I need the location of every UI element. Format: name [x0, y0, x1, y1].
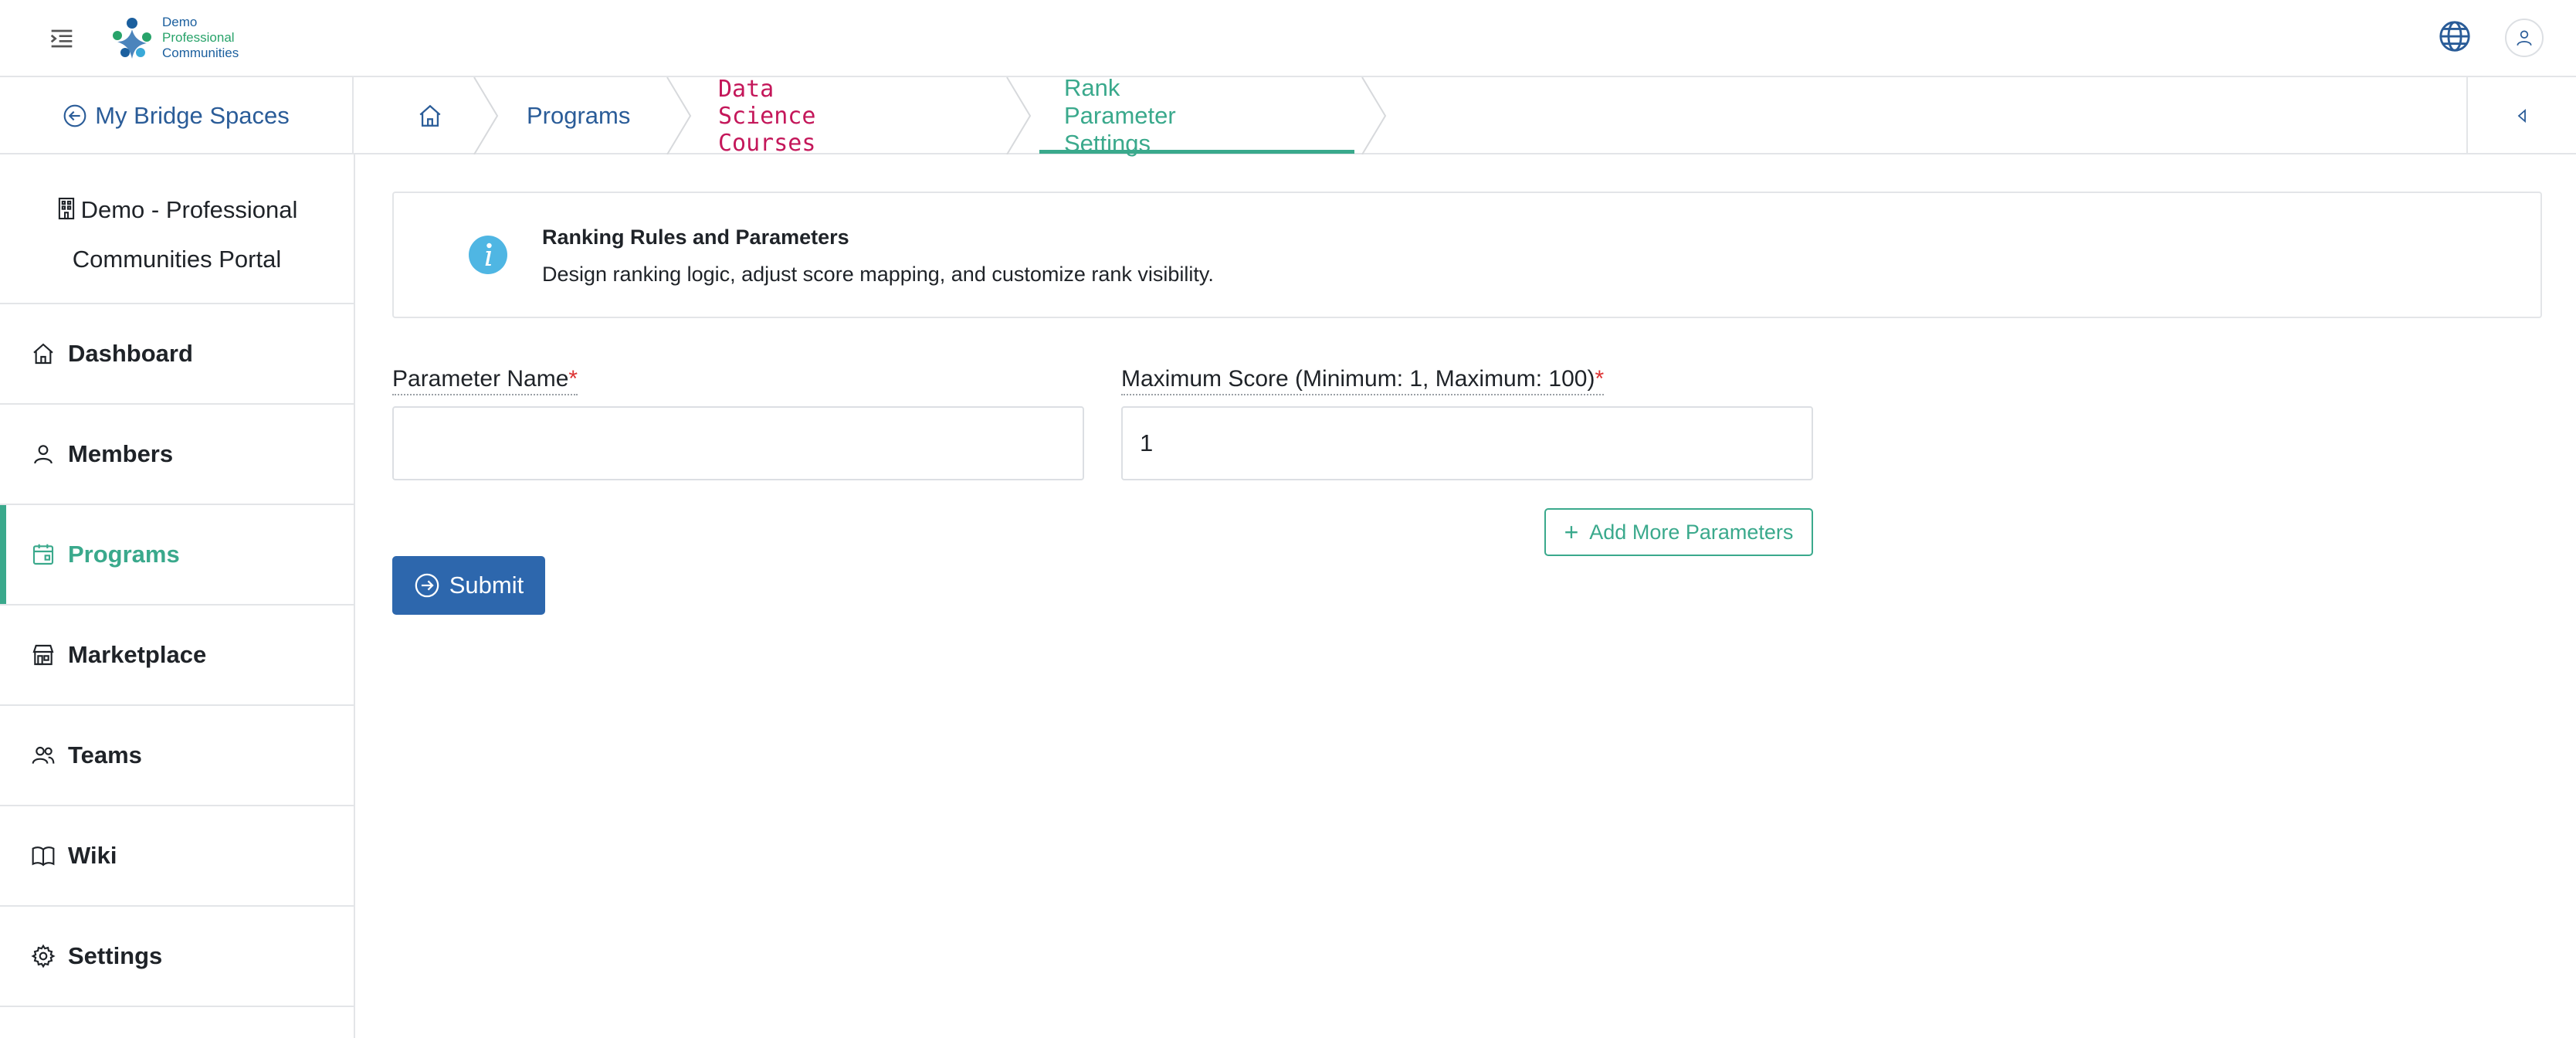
- logo-line-3: Communities: [162, 46, 239, 60]
- people-icon: [32, 746, 55, 764]
- sidebar-item-settings[interactable]: Settings: [0, 907, 354, 1007]
- logo[interactable]: Demo Professional Communities: [107, 9, 239, 66]
- logo-line-2: Professional: [162, 30, 235, 45]
- breadcrumb-bar: My Bridge Spaces Programs Data Science C…: [0, 74, 2576, 157]
- add-more-parameters-button[interactable]: + Add More Parameters: [1544, 508, 1813, 556]
- sidebar-item-label: Members: [68, 440, 174, 467]
- globe-icon[interactable]: [2437, 19, 2473, 54]
- book-icon: [32, 846, 55, 867]
- arrow-right-circle-icon: [415, 573, 439, 598]
- sidebar-item-teams[interactable]: Teams: [0, 706, 354, 806]
- store-icon: [32, 644, 54, 666]
- portal-name-line-1: Demo - Professional: [80, 196, 298, 223]
- sidebar-item-dashboard[interactable]: Dashboard: [0, 304, 354, 405]
- info-icon: [469, 236, 507, 274]
- caret-left-icon: [2517, 109, 2526, 123]
- logo-line-1: Demo: [162, 15, 198, 29]
- maximum-score-label: Maximum Score (Minimum: 1, Maximum: 100)…: [1121, 366, 1605, 395]
- home-icon: [33, 343, 53, 365]
- breadcrumb-separator: [666, 77, 692, 154]
- required-marker: *: [568, 366, 578, 392]
- sidebar-item-members[interactable]: Members: [0, 405, 354, 505]
- portal-name-line-2: Communities Portal: [72, 246, 282, 273]
- maximum-score-label-text: Maximum Score (Minimum: 1, Maximum: 100): [1121, 366, 1595, 392]
- breadcrumb-separator: [1361, 77, 1387, 154]
- main-content: Ranking Rules and Parameters Design rank…: [355, 154, 2576, 1038]
- breadcrumb-separator: [473, 77, 499, 154]
- building-icon: [58, 197, 74, 220]
- user-icon: [2517, 30, 2532, 46]
- submit-button[interactable]: Submit: [392, 556, 545, 615]
- info-title: Ranking Rules and Parameters: [542, 226, 849, 249]
- user-avatar-button[interactable]: [2505, 19, 2544, 57]
- person-icon: [34, 445, 53, 464]
- menu-toggle-icon[interactable]: [46, 23, 77, 54]
- home-icon: [419, 104, 441, 127]
- calendar-icon: [32, 544, 54, 565]
- my-bridge-spaces-label: My Bridge Spaces: [95, 102, 290, 129]
- required-marker: *: [1595, 366, 1605, 392]
- sidebar-item-label: Dashboard: [68, 340, 193, 367]
- maximum-score-input[interactable]: [1121, 406, 1813, 480]
- collapse-panel-button[interactable]: [2466, 77, 2576, 154]
- parameter-name-label-text: Parameter Name: [392, 366, 569, 392]
- sidebar-item-label: Wiki: [68, 842, 117, 869]
- back-arrow-icon: [63, 104, 86, 127]
- sidebar-item-label: Teams: [68, 741, 142, 768]
- add-more-parameters-label: Add More Parameters: [1589, 520, 1794, 544]
- sidebar-item-label: Programs: [68, 541, 180, 568]
- sidebar-item-label: Settings: [68, 942, 163, 969]
- portal-name: Demo - Professional Communities Portal: [0, 154, 354, 304]
- parameter-name-label: Parameter Name*: [392, 366, 578, 395]
- parameter-name-input[interactable]: [392, 406, 1084, 480]
- top-bar: Demo Professional Communities: [0, 0, 2576, 77]
- logo-text: Demo Professional Communities: [162, 15, 239, 61]
- breadcrumb-home[interactable]: [417, 99, 456, 133]
- gear-icon: [31, 944, 56, 968]
- breadcrumb-separator: [1006, 77, 1032, 154]
- sidebar-item-programs[interactable]: Programs: [0, 505, 354, 606]
- breadcrumb-data-science-courses[interactable]: Data Science Courses: [718, 76, 815, 157]
- info-banner: Ranking Rules and Parameters Design rank…: [392, 192, 2542, 318]
- sidebar-item-wiki[interactable]: Wiki: [0, 806, 354, 907]
- submit-label: Submit: [449, 572, 524, 599]
- my-bridge-spaces-link[interactable]: My Bridge Spaces: [0, 77, 354, 154]
- sidebar-item-marketplace[interactable]: Marketplace: [0, 606, 354, 706]
- breadcrumb-programs[interactable]: Programs: [527, 77, 630, 154]
- breadcrumb-rank-parameter-settings[interactable]: Rank Parameter Settings: [1064, 74, 1176, 157]
- active-breadcrumb-underline: [1039, 150, 1354, 154]
- sidebar: Demo - Professional Communities Portal D…: [0, 154, 355, 1038]
- info-description: Design ranking logic, adjust score mappi…: [542, 263, 1214, 286]
- sidebar-item-label: Marketplace: [68, 641, 207, 668]
- logo-mark-icon: [113, 18, 151, 59]
- plus-icon: +: [1564, 518, 1579, 546]
